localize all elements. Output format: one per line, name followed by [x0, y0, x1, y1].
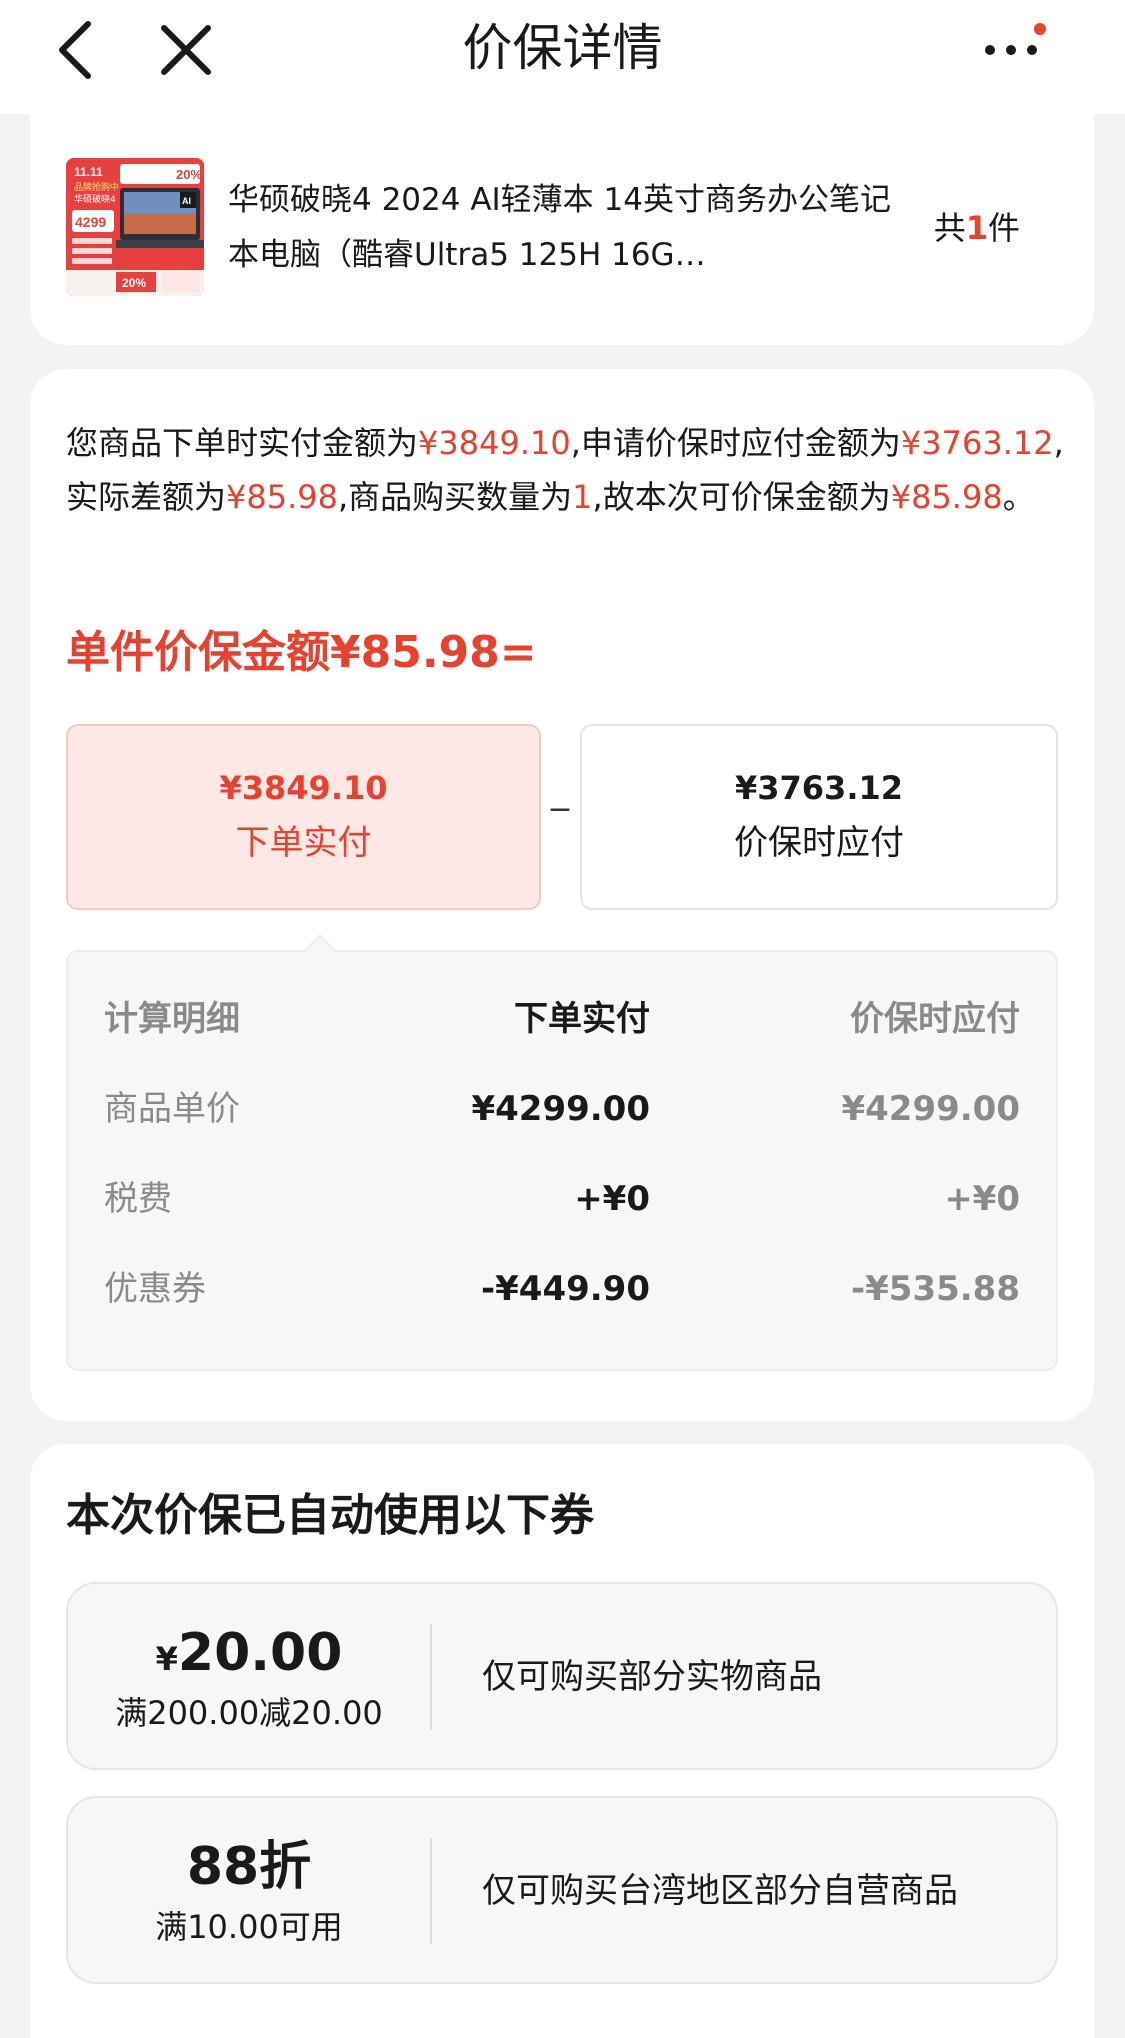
coupons-card: 本次价保已自动使用以下券 ¥20.00 满200.00减20.00 仅可购买部分… — [30, 1444, 1094, 2038]
due-amount-box[interactable]: ¥3763.12 价保时应付 — [580, 724, 1058, 910]
svg-text:4299: 4299 — [75, 214, 106, 230]
paid-label: 下单实付 — [235, 823, 372, 863]
refund-amount-text: ¥85.98 — [890, 478, 1003, 516]
row-paid-value: +¥0 — [574, 1179, 650, 1219]
coupon-item[interactable]: 88折 满10.00可用 仅可购买台湾地区部分自营商品 — [66, 1796, 1058, 1984]
pointer-arrow — [303, 934, 337, 968]
paid-amount: ¥3849.10 — [219, 769, 388, 807]
due-amount-text: ¥3763.12 — [900, 424, 1054, 462]
header-due: 价保时应付 — [850, 999, 1020, 1039]
unit-refund-amount: 单件价保金额¥85.98= — [66, 627, 537, 678]
due-amount: ¥3763.12 — [734, 769, 903, 807]
svg-text:20%: 20% — [176, 167, 202, 182]
row-due-value: ¥4299.00 — [841, 1089, 1020, 1129]
notification-dot — [1034, 23, 1046, 35]
paid-amount-text: ¥3849.10 — [418, 424, 571, 462]
minus-operator: − — [547, 792, 573, 827]
header-detail: 计算明细 — [104, 999, 240, 1039]
page-title: 价保详情 — [462, 19, 663, 77]
coupon-description: 仅可购买台湾地区部分自营商品 — [482, 1871, 958, 1911]
coupon-value: 88折 满10.00可用 — [68, 1798, 430, 1982]
svg-text:品牌抢购中: 品牌抢购中 — [74, 181, 119, 193]
qty-text: 1 — [572, 478, 593, 516]
row-label: 优惠券 — [104, 1269, 206, 1309]
coupon-divider — [430, 1838, 432, 1944]
svg-text:11.11: 11.11 — [74, 165, 103, 179]
row-paid-value: ¥4299.00 — [471, 1089, 650, 1129]
coupon-value: ¥20.00 满200.00减20.00 — [68, 1584, 430, 1768]
svg-text:20%: 20% — [122, 276, 146, 290]
row-due-value: -¥535.88 — [851, 1269, 1020, 1309]
product-quantity: 共1件 — [933, 209, 1020, 247]
row-label: 商品单价 — [104, 1089, 240, 1129]
due-label: 价保时应付 — [734, 823, 904, 863]
row-label: 税费 — [104, 1179, 172, 1219]
table-row: 商品单价 ¥4299.00 ¥4299.00 — [68, 1084, 1056, 1134]
row-due-value: +¥0 — [944, 1179, 1020, 1219]
product-thumbnail: 11.11 品牌抢购中 华硕破晓4 20% AI 4299 20% — [66, 158, 204, 296]
explanation-text: 您商品下单时实付金额为¥3849.10,申请价保时应付金额为¥3763.12,实… — [66, 424, 1064, 516]
coupon-condition: 满10.00可用 — [155, 1908, 343, 1946]
diff-amount-text: ¥85.98 — [226, 478, 338, 516]
header-paid: 下单实付 — [514, 999, 650, 1039]
row-paid-value: -¥449.90 — [481, 1269, 650, 1309]
product-name: 华硕破晓4 2024 AI轻薄本 14英寸商务办公笔记本电脑（酷睿Ultra5 … — [228, 182, 891, 273]
table-row: 优惠券 -¥449.90 -¥535.88 — [68, 1264, 1056, 1314]
coupons-title: 本次价保已自动使用以下券 — [66, 1490, 594, 1541]
more-button[interactable] — [980, 20, 1050, 80]
paid-amount-box[interactable]: ¥3849.10 下单实付 — [66, 724, 541, 910]
coupon-condition: 满200.00减20.00 — [115, 1694, 383, 1732]
table-row: 税费 +¥0 +¥0 — [68, 1174, 1056, 1224]
top-bar: 价保详情 — [0, 0, 1125, 114]
coupon-divider — [430, 1624, 432, 1730]
svg-text:华硕破晓4: 华硕破晓4 — [74, 193, 116, 205]
product-card[interactable]: 11.11 品牌抢购中 华硕破晓4 20% AI 4299 20% 华硕破晓4 … — [30, 113, 1094, 345]
more-horizontal-icon — [985, 23, 1046, 55]
svg-text:AI: AI — [182, 196, 191, 206]
coupon-item[interactable]: ¥20.00 满200.00减20.00 仅可购买部分实物商品 — [66, 1582, 1058, 1770]
calculation-breakdown: 计算明细 下单实付 价保时应付 商品单价 ¥4299.00 ¥4299.00 税… — [66, 934, 1058, 1371]
price-protection-detail-card: 您商品下单时实付金额为¥3849.10,申请价保时应付金额为¥3763.12,实… — [30, 369, 1094, 1421]
breakdown-header-row: 计算明细 下单实付 价保时应付 — [68, 994, 1056, 1044]
coupon-description: 仅可购买部分实物商品 — [482, 1657, 822, 1697]
